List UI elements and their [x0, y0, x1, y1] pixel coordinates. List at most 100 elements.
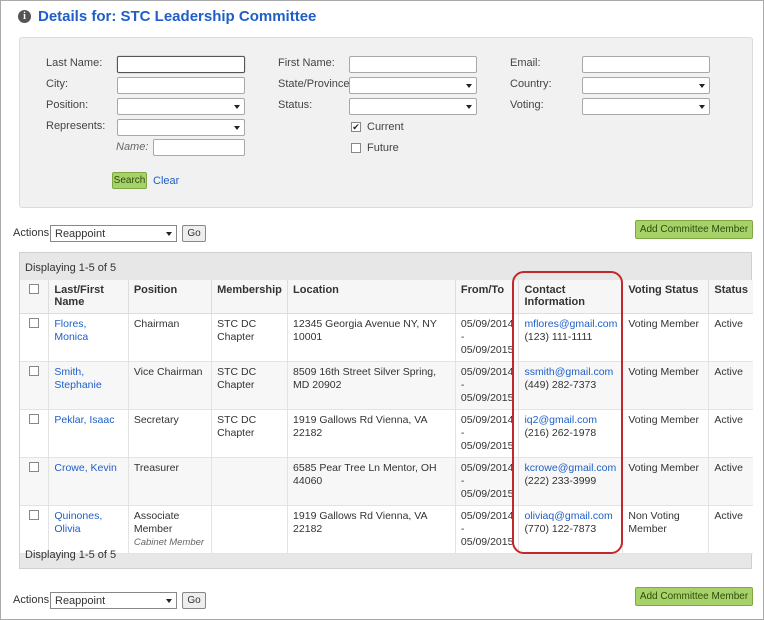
city-input[interactable]: [117, 77, 245, 94]
chevron-down-icon: [166, 599, 172, 603]
first-name-input[interactable]: [349, 56, 477, 73]
position-label: Position:: [46, 99, 89, 111]
date-separator: -: [460, 522, 465, 535]
members-table: Last/First Name Position Membership Loca…: [20, 280, 753, 554]
member-email-link[interactable]: oliviaq@gmail.com: [524, 510, 617, 523]
member-voting-status: Voting Member: [622, 361, 710, 410]
represents-select[interactable]: [117, 119, 245, 136]
member-position: Chairman: [133, 317, 180, 330]
clear-link[interactable]: Clear: [153, 175, 179, 187]
date-separator: -: [460, 330, 465, 343]
col-header-contact[interactable]: Contact Information: [518, 280, 624, 314]
state-select[interactable]: [349, 77, 477, 94]
last-name-label: Last Name:: [46, 57, 103, 69]
chevron-down-icon: [466, 105, 472, 109]
member-voting-status: Non Voting Member: [622, 505, 710, 554]
city-label: City:: [46, 78, 68, 90]
member-position: Associate Member: [133, 509, 180, 535]
col-header-status[interactable]: Status: [708, 280, 753, 314]
member-location: 12345 Georgia Avenue NY, NY 10001: [287, 313, 456, 362]
future-checkbox[interactable]: [351, 143, 361, 153]
represents-name-input[interactable]: [153, 139, 245, 156]
member-voting-status: Voting Member: [622, 457, 710, 506]
member-name-link[interactable]: Peklar, Isaac: [54, 414, 114, 426]
member-location: 8509 16th Street Silver Spring, MD 20902: [287, 361, 456, 410]
voting-select[interactable]: [582, 98, 710, 115]
member-email-link[interactable]: ssmith@gmail.com: [524, 366, 617, 379]
chevron-down-icon: [234, 105, 240, 109]
date-separator: -: [460, 378, 465, 391]
row-checkbox[interactable]: [29, 317, 39, 328]
member-membership: STC DC Chapter: [211, 361, 289, 410]
member-position-sub: Cabinet Member: [133, 536, 205, 548]
member-to-date: 05/09/2015: [460, 391, 514, 404]
actions-select-top[interactable]: Reappoint: [50, 225, 177, 242]
member-status: Active: [708, 313, 753, 362]
member-name-link[interactable]: Flores, Monica: [54, 318, 88, 343]
position-select[interactable]: [117, 98, 245, 115]
member-from-date: 05/09/2014: [460, 413, 514, 426]
date-separator: -: [460, 426, 465, 439]
table-row: Peklar, Isaac Secretary STC DC Chapter 1919…: [20, 409, 753, 458]
col-header-location[interactable]: Location: [287, 280, 456, 314]
page-title-text: Details for: STC Leadership Committee: [38, 8, 317, 25]
member-phone: (449) 282-7373: [524, 378, 597, 391]
col-header-from-to[interactable]: From/To: [455, 280, 520, 314]
member-to-date: 05/09/2015: [460, 343, 514, 356]
actions-selected-value: Reappoint: [55, 595, 106, 607]
select-all-checkbox[interactable]: [29, 284, 39, 294]
member-to-date: 05/09/2015: [460, 439, 514, 452]
col-header-voting-status[interactable]: Voting Status: [622, 280, 710, 314]
col-header-name[interactable]: Last/First Name: [48, 280, 129, 314]
member-email-link[interactable]: kcrowe@gmail.com: [524, 462, 617, 475]
search-button[interactable]: Search: [112, 172, 147, 189]
member-name-link[interactable]: Smith, Stephanie: [54, 366, 101, 391]
member-email-link[interactable]: iq2@gmail.com: [524, 414, 617, 427]
member-location: 6585 Pear Tree Ln Mentor, OH 44060: [287, 457, 456, 506]
member-to-date: 05/09/2015: [460, 535, 514, 548]
col-header-position[interactable]: Position: [128, 280, 213, 314]
member-to-date: 05/09/2015: [460, 487, 514, 500]
last-name-input[interactable]: [117, 56, 245, 73]
row-checkbox[interactable]: [29, 365, 39, 376]
state-label: State/Province:: [278, 78, 353, 90]
member-voting-status: Voting Member: [622, 313, 710, 362]
row-checkbox[interactable]: [29, 413, 39, 424]
status-select[interactable]: [349, 98, 477, 115]
go-button-top[interactable]: Go: [182, 225, 206, 242]
actions-label: Actions:: [13, 227, 53, 239]
email-input[interactable]: [582, 56, 710, 73]
actions-select-bottom[interactable]: Reappoint: [50, 592, 177, 609]
col-header-membership[interactable]: Membership: [211, 280, 289, 314]
member-phone: (123) 111-1111: [524, 330, 593, 343]
member-from-date: 05/09/2014: [460, 365, 514, 378]
table-row: Quinones, Olivia Associate Member Cabinet …: [20, 505, 753, 554]
future-label: Future: [367, 142, 399, 154]
member-membership: STC DC Chapter: [211, 313, 289, 362]
go-button-bottom[interactable]: Go: [182, 592, 206, 609]
member-name-link[interactable]: Crowe, Kevin: [54, 462, 116, 474]
row-checkbox[interactable]: [29, 509, 39, 520]
table-row: Crowe, Kevin Treasurer 6585 Pear Tree Ln M…: [20, 457, 753, 506]
add-committee-member-button-bottom[interactable]: Add Committee Member: [635, 587, 753, 606]
member-location: 1919 Gallows Rd Vienna, VA 22182: [287, 409, 456, 458]
status-label: Status:: [278, 99, 313, 111]
add-committee-member-button-top[interactable]: Add Committee Member: [635, 220, 753, 239]
member-status: Active: [708, 361, 753, 410]
chevron-down-icon: [166, 232, 172, 236]
email-label: Email:: [510, 57, 541, 69]
member-email-link[interactable]: mflores@gmail.com: [524, 318, 617, 331]
member-phone: (216) 262-1978: [524, 426, 597, 439]
member-from-date: 05/09/2014: [460, 317, 514, 330]
current-label: Current: [367, 121, 404, 133]
date-separator: -: [460, 474, 465, 487]
page-title: i Details for: STC Leadership Committee: [18, 8, 316, 25]
member-membership: STC DC Chapter: [211, 409, 289, 458]
chevron-down-icon: [699, 105, 705, 109]
member-phone: (770) 122-7873: [524, 522, 597, 535]
name-label: Name:: [116, 141, 149, 153]
current-checkbox[interactable]: ✔: [351, 122, 361, 132]
member-name-link[interactable]: Quinones, Olivia: [54, 510, 102, 535]
row-checkbox[interactable]: [29, 461, 39, 472]
country-select[interactable]: [582, 77, 710, 94]
